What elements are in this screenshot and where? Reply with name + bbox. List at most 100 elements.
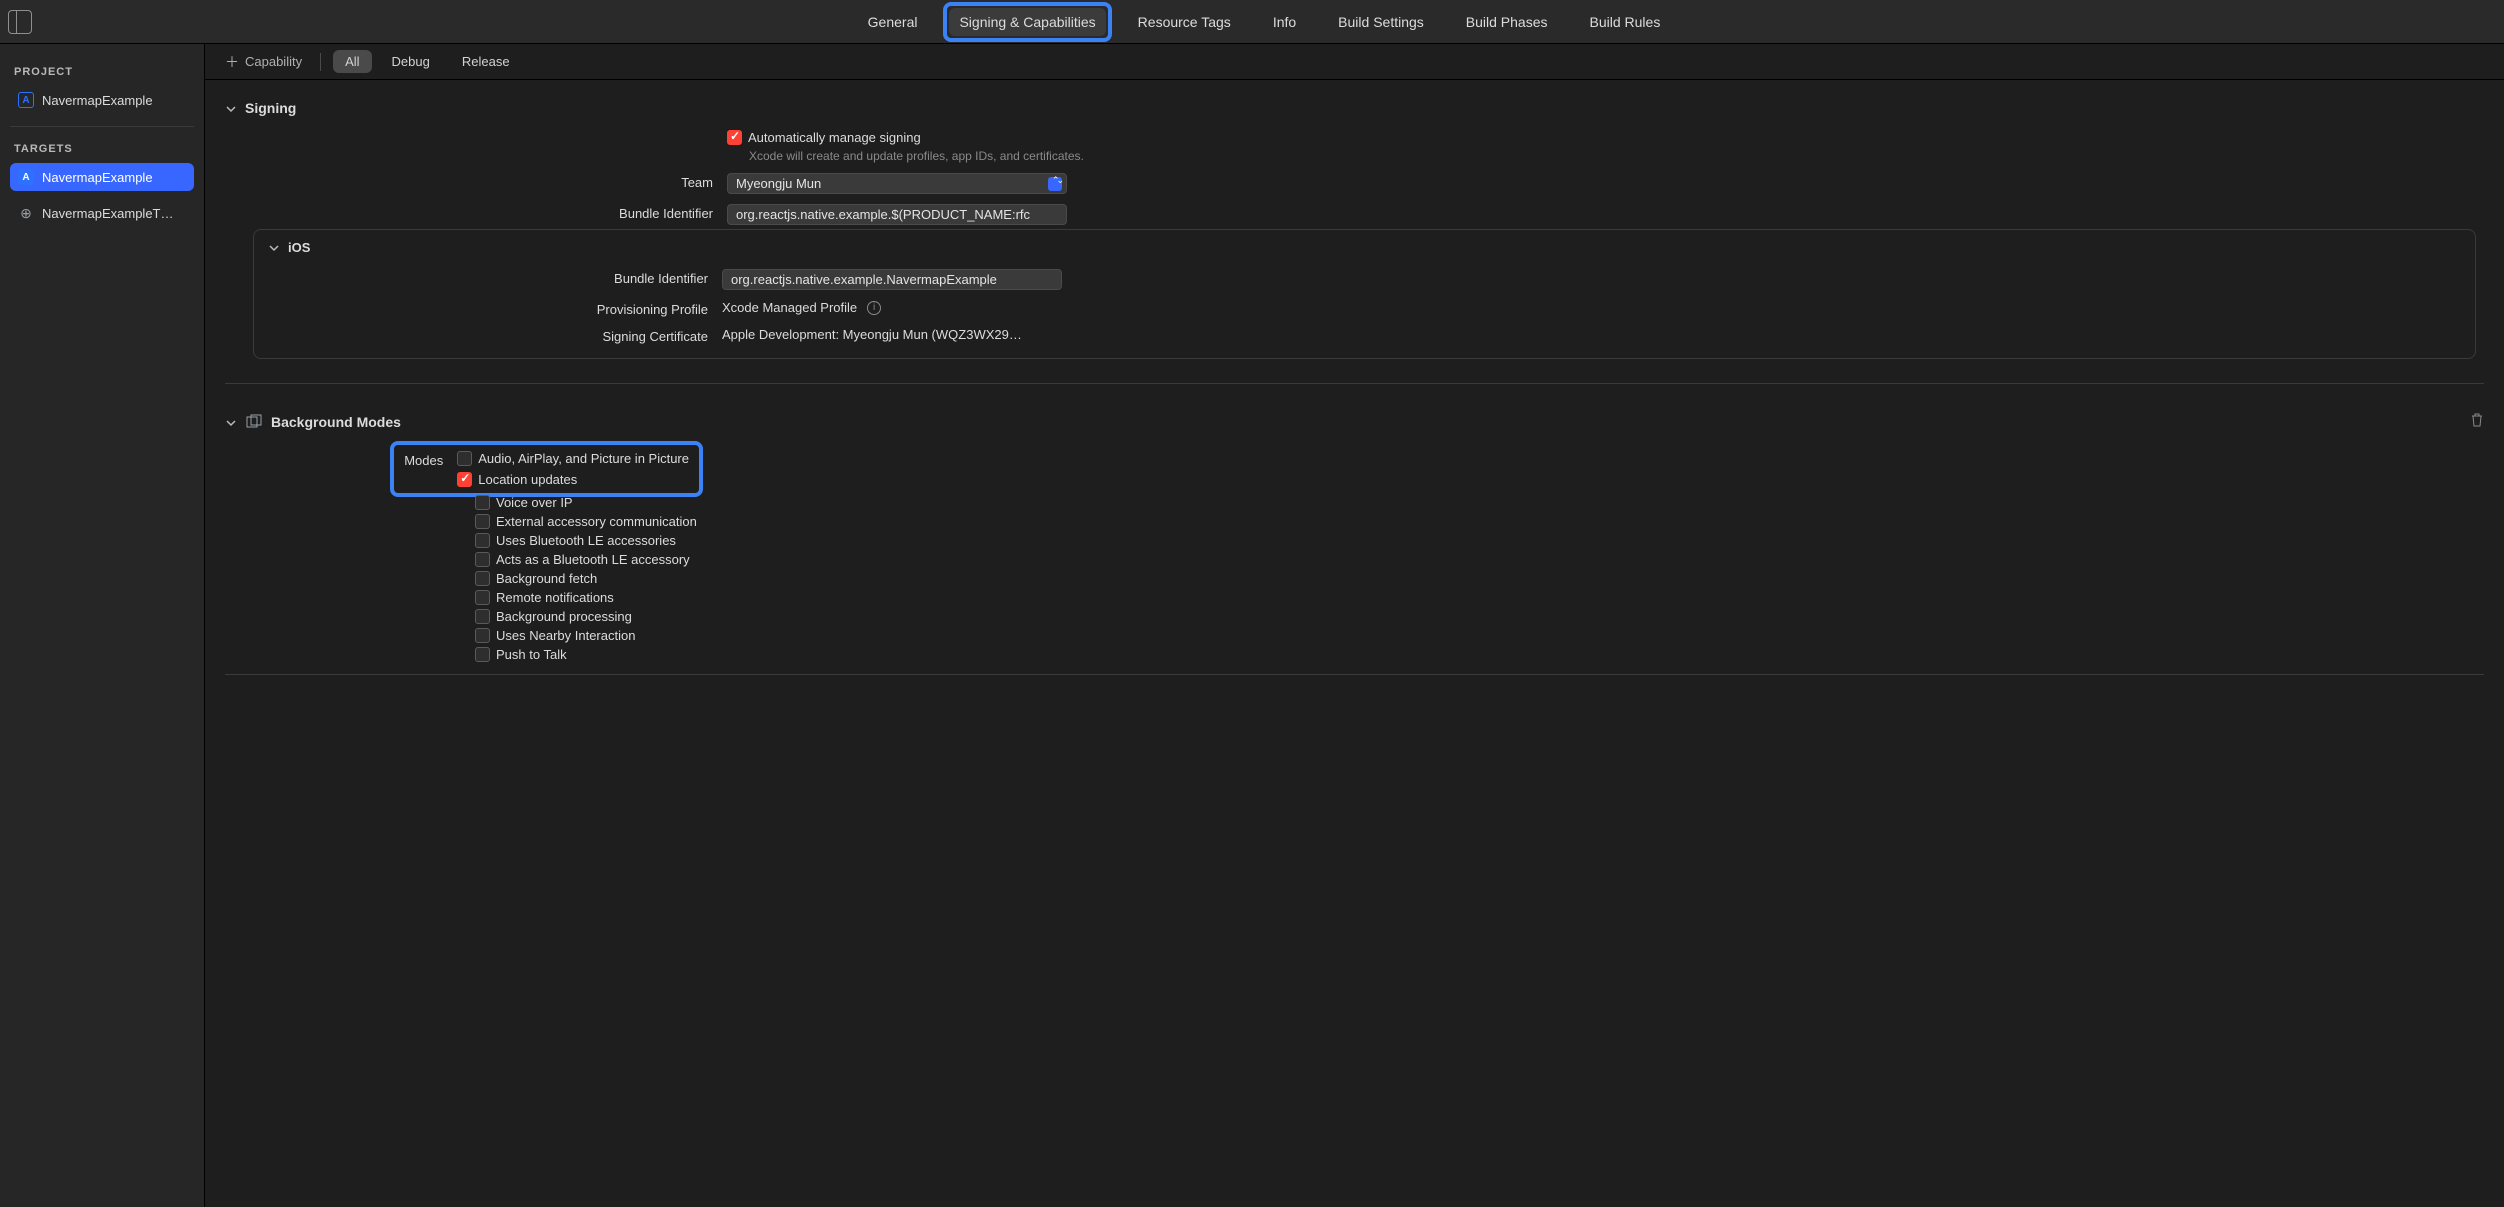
- ios-header[interactable]: iOS: [268, 240, 2461, 259]
- mode-ext-accessory[interactable]: External accessory communication: [475, 514, 697, 529]
- background-modes-icon: [245, 413, 263, 431]
- mode-nearby[interactable]: Uses Nearby Interaction: [475, 628, 635, 643]
- background-modes-header[interactable]: Background Modes: [225, 404, 2484, 445]
- tab-build-rules[interactable]: Build Rules: [1580, 8, 1671, 36]
- highlight-modes: Modes Audio, AirPlay, and Picture in Pic…: [390, 441, 703, 497]
- bundle-id-value: org.reactjs.native.example.$(PRODUCT_NAM…: [736, 207, 1030, 222]
- bundle-id-label: Bundle Identifier: [233, 204, 713, 221]
- team-select[interactable]: Myeongju Mun: [727, 173, 1067, 194]
- mode-fetch-cb[interactable]: [475, 571, 490, 586]
- mode-audio-cb[interactable]: [457, 451, 472, 466]
- seg-debug[interactable]: Debug: [380, 50, 442, 73]
- mode-nearby-label: Uses Nearby Interaction: [496, 628, 635, 643]
- mode-ble-act-cb[interactable]: [475, 552, 490, 567]
- chevron-down-icon: [225, 102, 237, 114]
- mode-nearby-cb[interactable]: [475, 628, 490, 643]
- tab-build-settings[interactable]: Build Settings: [1328, 8, 1434, 36]
- chevron-down-icon: [225, 416, 237, 428]
- capability-label: Capability: [245, 54, 302, 69]
- mode-ble-use-label: Uses Bluetooth LE accessories: [496, 533, 676, 548]
- background-modes-title: Background Modes: [271, 414, 401, 430]
- info-icon[interactable]: i: [867, 301, 881, 315]
- mode-ble-use[interactable]: Uses Bluetooth LE accessories: [475, 533, 676, 548]
- sidebar-target-navermapexample[interactable]: A NavermapExample: [10, 163, 194, 191]
- sidebar-toggle-icon[interactable]: [8, 10, 32, 34]
- sidebar: PROJECT A NavermapExample TARGETS A Nave…: [0, 44, 205, 1207]
- sidebar-separator: [10, 126, 194, 127]
- sidebar-targets-header: TARGETS: [10, 143, 194, 155]
- tab-resource-tags[interactable]: Resource Tags: [1128, 8, 1241, 36]
- mode-audio-label: Audio, AirPlay, and Picture in Picture: [478, 451, 689, 466]
- mode-proc-cb[interactable]: [475, 609, 490, 624]
- project-icon: A: [18, 92, 34, 108]
- mode-voip-cb[interactable]: [475, 495, 490, 510]
- target-label: NavermapExampleT…: [42, 206, 174, 221]
- team-value: Myeongju Mun: [736, 176, 821, 191]
- auto-manage-signing-cb[interactable]: [727, 130, 742, 145]
- delete-capability-button[interactable]: [2470, 412, 2484, 431]
- mode-voip[interactable]: Voice over IP: [475, 495, 573, 510]
- config-segment: All Debug Release: [333, 50, 521, 73]
- main-tabbar: General Signing & Capabilities Resource …: [0, 0, 2504, 44]
- ios-card: iOS Bundle Identifier org.reactjs.native…: [253, 229, 2476, 359]
- mode-audio[interactable]: Audio, AirPlay, and Picture in Picture: [457, 451, 689, 466]
- tab-signing-capabilities[interactable]: Signing & Capabilities: [949, 8, 1105, 36]
- team-label: Team: [233, 173, 713, 190]
- test-target-icon: ⊕: [18, 205, 34, 222]
- mode-processing[interactable]: Background processing: [475, 609, 632, 624]
- mode-voip-label: Voice over IP: [496, 495, 573, 510]
- app-icon: A: [18, 169, 34, 185]
- mode-ble-act[interactable]: Acts as a Bluetooth LE accessory: [475, 552, 690, 567]
- mode-location-label: Location updates: [478, 472, 577, 487]
- section-divider: [225, 383, 2484, 384]
- highlight-signing-tab: Signing & Capabilities: [943, 2, 1111, 42]
- section-signing: Signing Automatically manage signing Xco…: [205, 80, 2504, 375]
- mode-remote-cb[interactable]: [475, 590, 490, 605]
- signing-cert-value: Apple Development: Myeongju Mun (WQZ3WX2…: [722, 327, 1022, 342]
- prov-profile-label: Provisioning Profile: [268, 300, 708, 317]
- mode-fetch-label: Background fetch: [496, 571, 597, 586]
- chevron-down-icon: [268, 242, 280, 254]
- ios-bundle-value: org.reactjs.native.example.NavermapExamp…: [731, 272, 997, 287]
- ios-bundle-field[interactable]: org.reactjs.native.example.NavermapExamp…: [722, 269, 1062, 290]
- tab-build-phases[interactable]: Build Phases: [1456, 8, 1558, 36]
- mode-location-cb[interactable]: [457, 472, 472, 487]
- mode-ext-label: External accessory communication: [496, 514, 697, 529]
- seg-all[interactable]: All: [333, 50, 371, 73]
- ios-bundle-label: Bundle Identifier: [268, 269, 708, 286]
- sidebar-project-item[interactable]: A NavermapExample: [10, 86, 194, 114]
- modes-text: Modes: [404, 451, 443, 468]
- tabs-center: General Signing & Capabilities Resource …: [32, 8, 2496, 36]
- modes-label: Modes Audio, AirPlay, and Picture in Pic…: [233, 445, 693, 491]
- signing-form: Automatically manage signing Xcode will …: [225, 130, 2484, 225]
- mode-ptt-cb[interactable]: [475, 647, 490, 662]
- signing-header[interactable]: Signing: [225, 92, 2484, 130]
- add-capability-button[interactable]: ＋ Capability: [219, 48, 308, 76]
- modes-list-rest: Voice over IP External accessory communi…: [475, 495, 2484, 662]
- mode-remote-label: Remote notifications: [496, 590, 614, 605]
- target-label: NavermapExample: [42, 170, 153, 185]
- mode-ble-act-label: Acts as a Bluetooth LE accessory: [496, 552, 690, 567]
- mode-location[interactable]: Location updates: [457, 472, 689, 487]
- auto-manage-signing-checkbox[interactable]: Automatically manage signing: [727, 130, 921, 145]
- mode-ptt[interactable]: Push to Talk: [475, 647, 567, 662]
- sidebar-target-navermapexample-tests[interactable]: ⊕ NavermapExampleT…: [10, 199, 194, 228]
- empty-label: [233, 130, 713, 132]
- mode-ext-cb[interactable]: [475, 514, 490, 529]
- tab-general[interactable]: General: [858, 8, 928, 36]
- signing-title: Signing: [245, 100, 296, 116]
- section-divider: [225, 674, 2484, 675]
- separator: [320, 53, 321, 71]
- content: ＋ Capability All Debug Release Signing: [205, 44, 2504, 1207]
- ios-title: iOS: [288, 240, 310, 255]
- mode-fetch[interactable]: Background fetch: [475, 571, 597, 586]
- sidebar-project-header: PROJECT: [10, 66, 194, 78]
- tab-info[interactable]: Info: [1263, 8, 1306, 36]
- auto-manage-hint: Xcode will create and update profiles, a…: [727, 149, 1084, 163]
- seg-release[interactable]: Release: [450, 50, 522, 73]
- mode-ble-use-cb[interactable]: [475, 533, 490, 548]
- bundle-id-field[interactable]: org.reactjs.native.example.$(PRODUCT_NAM…: [727, 204, 1067, 225]
- mode-remote[interactable]: Remote notifications: [475, 590, 614, 605]
- sub-toolbar: ＋ Capability All Debug Release: [205, 44, 2504, 80]
- mode-proc-label: Background processing: [496, 609, 632, 624]
